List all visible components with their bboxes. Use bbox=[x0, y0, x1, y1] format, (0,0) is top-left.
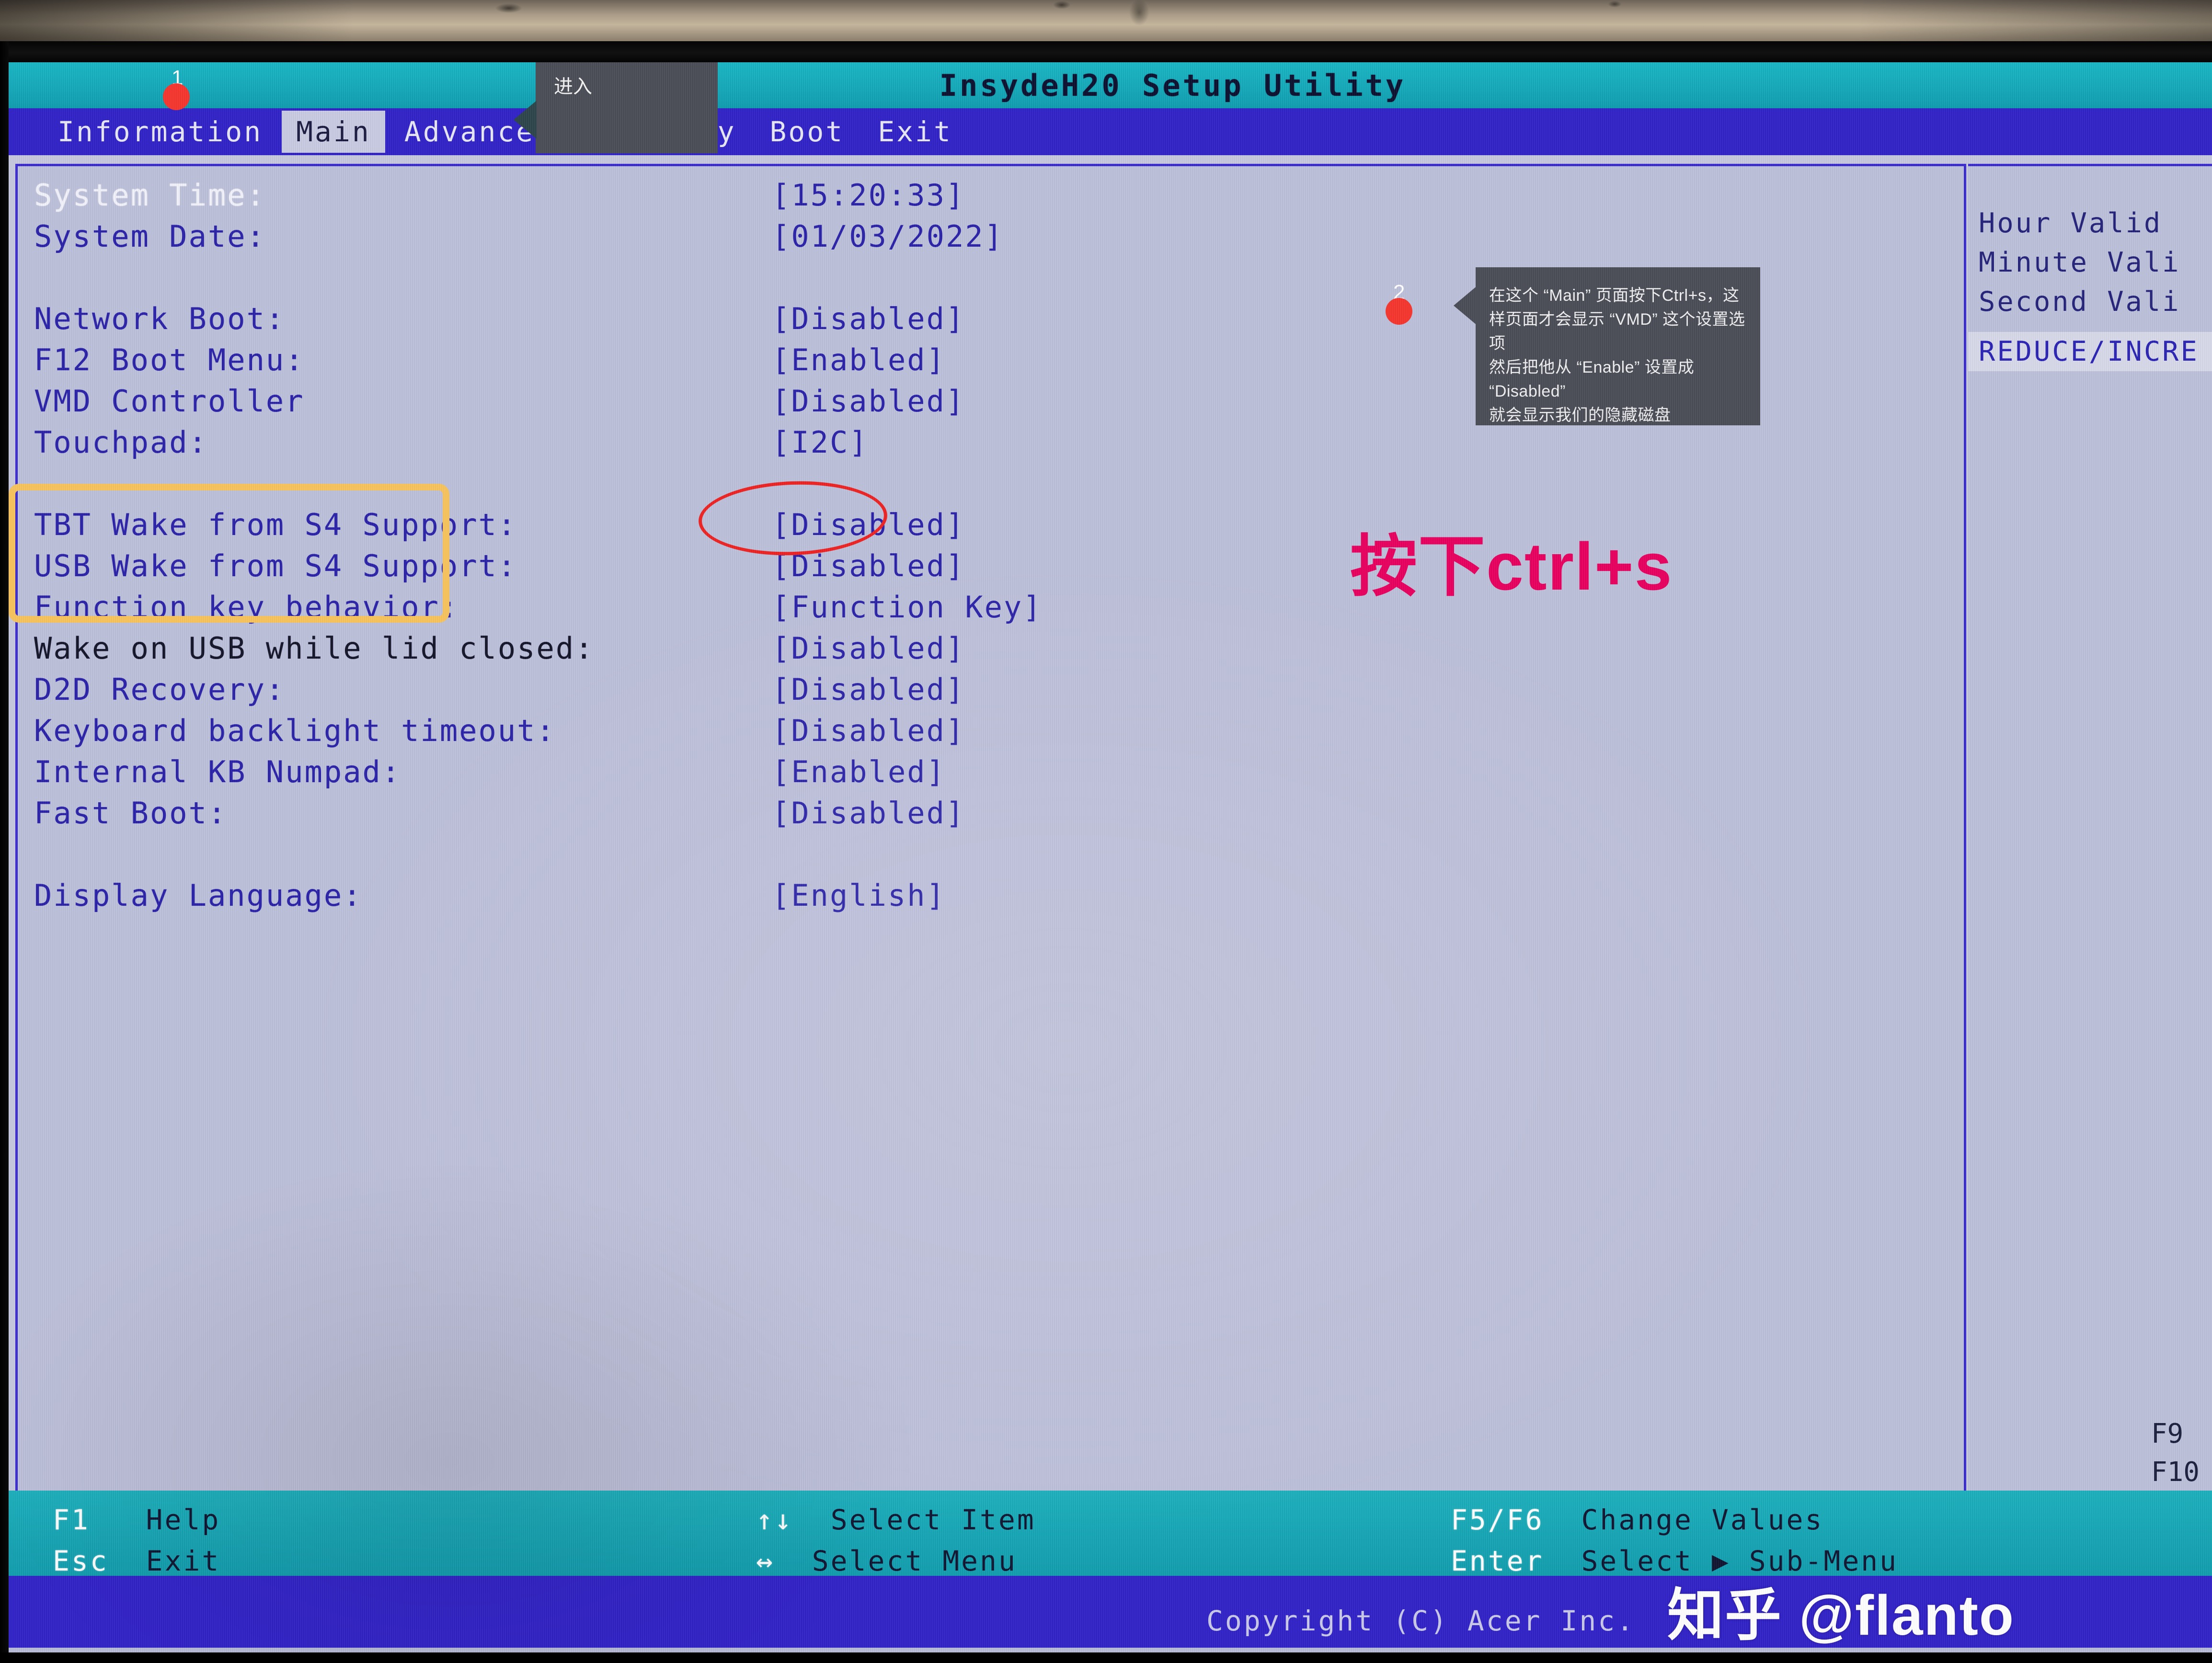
setting-value[interactable]: [Enabled] bbox=[772, 342, 946, 377]
setting-label: Internal KB Numpad: bbox=[34, 754, 401, 789]
setting-row-system-time[interactable]: System Time: [15:20:33] bbox=[34, 178, 1964, 219]
title-bar: InsydeH20 Setup Utility bbox=[9, 62, 2212, 108]
help-line-minute-valid: Minute Vali bbox=[1979, 247, 2181, 278]
tooltip-line-1: 在这个 “Main” 页面按下Ctrl+s，这样页面才会显示 “VMD” 这个设… bbox=[1489, 286, 1745, 353]
screen-bezel-bottom bbox=[0, 1652, 2212, 1663]
key-esc: Esc bbox=[53, 1545, 109, 1577]
help-line-second-valid: Second Vali bbox=[1979, 286, 2181, 318]
arrow-left-right-icon: ↔ bbox=[756, 1545, 775, 1577]
key-f5-f6: F5/F6 bbox=[1451, 1504, 1544, 1536]
setting-value[interactable]: [Disabled] bbox=[772, 796, 965, 831]
footer-row-f5-f6: F5/F6 Change Values bbox=[1451, 1499, 1898, 1540]
page-title: InsydeH20 Setup Utility bbox=[939, 68, 1406, 103]
setting-label: D2D Recovery: bbox=[34, 672, 286, 707]
footer-col-left: F1 Help Esc Exit bbox=[53, 1499, 220, 1582]
footer-row-select-item: ↑↓ Select Item bbox=[756, 1499, 1036, 1540]
tooltip-arrow-icon bbox=[514, 101, 537, 139]
screen-bezel-top bbox=[0, 41, 2212, 62]
setting-value[interactable]: [Disabled] bbox=[772, 713, 965, 748]
select-item-label: Select Item bbox=[830, 1504, 1036, 1536]
select-menu-label: Select Menu bbox=[812, 1545, 1017, 1577]
setting-value[interactable]: [I2C] bbox=[772, 425, 869, 460]
tooltip-vmd-instructions: 在这个 “Main” 页面按下Ctrl+s，这样页面才会显示 “VMD” 这个设… bbox=[1454, 267, 1760, 427]
tab-main[interactable]: Main bbox=[282, 111, 385, 153]
setting-value-vmd[interactable]: [Disabled] bbox=[772, 384, 965, 419]
tooltip-enter-label: 进入 bbox=[554, 76, 592, 97]
setting-label: Wake on USB while lid closed: bbox=[34, 631, 595, 666]
laptop-photo-frame: InsydeH20 Setup Utility Information Main… bbox=[0, 0, 2212, 1663]
setting-label: Display Language: bbox=[34, 878, 363, 913]
key-f10: F10 bbox=[2151, 1457, 2200, 1488]
footer-row-f1: F1 Help bbox=[53, 1499, 220, 1540]
tooltip-line-2: 然后把他从 “Enable” 设置成 “Disabled” bbox=[1489, 358, 1695, 400]
setting-row-function-key-behavior[interactable]: Function key behavior: [Function Key] bbox=[34, 590, 1964, 631]
setting-row-system-date[interactable]: System Date: [01/03/2022] bbox=[34, 219, 1964, 260]
setting-label: Function key behavior: bbox=[34, 590, 459, 625]
setting-value[interactable]: [Disabled] bbox=[772, 672, 965, 707]
footer-help-bar: F1 Help Esc Exit ↑↓ Select Item ↔ Select… bbox=[9, 1418, 2212, 1577]
row-spacer bbox=[34, 466, 1964, 507]
help-line-reduce-increase: REDUCE/INCRE bbox=[1968, 332, 2212, 371]
setting-value[interactable]: [Disabled] bbox=[772, 631, 965, 666]
setting-label: System Time: bbox=[34, 178, 266, 213]
help-panel: Hour Valid Minute Vali Second Vali REDUC… bbox=[1968, 164, 2212, 1572]
footer-col-nav: ↑↓ Select Item ↔ Select Menu bbox=[756, 1499, 1036, 1582]
tab-boot[interactable]: Boot bbox=[756, 111, 859, 153]
menu-bar[interactable]: Information Main Advanced Security Boot … bbox=[9, 108, 2212, 155]
marker-two-dot bbox=[1386, 298, 1412, 325]
setting-value[interactable]: [Disabled] bbox=[772, 301, 965, 336]
setting-value[interactable]: [15:20:33] bbox=[772, 178, 965, 213]
marker-one-dot bbox=[163, 83, 190, 110]
setting-row-d2d-recovery[interactable]: D2D Recovery: [Disabled] bbox=[34, 672, 1964, 713]
desk-surface bbox=[0, 0, 2212, 41]
screen-bezel-left bbox=[0, 41, 9, 1663]
help-panel-lines: Hour Valid Minute Vali Second Vali REDUC… bbox=[1968, 204, 2212, 371]
setting-label: Fast Boot: bbox=[34, 796, 228, 831]
change-values-label: Change Values bbox=[1581, 1504, 1824, 1536]
setting-value[interactable]: [Disabled] bbox=[772, 548, 965, 583]
setting-row-display-language[interactable]: Display Language: [English] bbox=[34, 878, 1964, 919]
setting-value[interactable]: [Function Key] bbox=[772, 590, 1043, 625]
help-line-hour-valid: Hour Valid bbox=[1979, 207, 2163, 239]
key-f1: F1 bbox=[53, 1504, 90, 1536]
setting-row-internal-kb-numpad[interactable]: Internal KB Numpad: [Enabled] bbox=[34, 754, 1964, 796]
setting-label: Network Boot: bbox=[34, 301, 286, 336]
setting-value[interactable]: [01/03/2022] bbox=[772, 219, 1004, 254]
setting-label: Keyboard backlight timeout: bbox=[34, 713, 556, 748]
tooltip-text-block: 在这个 “Main” 页面按下Ctrl+s，这样页面才会显示 “VMD” 这个设… bbox=[1476, 267, 1760, 427]
setting-label: VMD Controller bbox=[34, 384, 305, 419]
key-esc-label: Exit bbox=[146, 1545, 221, 1577]
setting-value[interactable]: [Disabled] bbox=[772, 507, 965, 542]
setting-row-tbt-wake-s4[interactable]: TBT Wake from S4 Support: [Disabled] bbox=[34, 507, 1964, 548]
watermark: 知乎 @flanto bbox=[1667, 1584, 2015, 1647]
footer-col-fkeys: F9 F10 bbox=[2151, 1415, 2200, 1492]
setting-row-usb-wake-s4[interactable]: USB Wake from S4 Support: [Disabled] bbox=[34, 548, 1964, 590]
tab-information[interactable]: Information bbox=[43, 111, 277, 153]
setting-label: System Date: bbox=[34, 219, 266, 254]
setting-label: USB Wake from S4 Support: bbox=[34, 548, 517, 583]
setting-label: TBT Wake from S4 Support: bbox=[34, 507, 517, 542]
setting-value[interactable]: [Enabled] bbox=[772, 754, 946, 789]
setting-row-keyboard-backlight-timeout[interactable]: Keyboard backlight timeout: [Disabled] bbox=[34, 713, 1964, 754]
copyright-text: Copyright (C) Acer Inc. bbox=[1206, 1605, 1636, 1637]
pink-note-annotation: 按下ctrl+s bbox=[1350, 529, 1673, 604]
row-spacer bbox=[34, 837, 1964, 878]
tooltip-line-3: 就会显示我们的隐藏磁盘 bbox=[1489, 406, 1671, 424]
arrow-up-down-icon: ↑↓ bbox=[756, 1504, 793, 1536]
key-enter: Enter bbox=[1451, 1545, 1544, 1577]
setting-value[interactable]: [English] bbox=[772, 878, 946, 913]
tooltip-arrow-icon bbox=[1454, 285, 1478, 326]
setting-row-fast-boot[interactable]: Fast Boot: [Disabled] bbox=[34, 796, 1964, 837]
setting-label: Touchpad: bbox=[34, 425, 208, 460]
key-f9: F9 bbox=[2151, 1418, 2184, 1449]
setting-row-wake-on-usb-lid-closed[interactable]: Wake on USB while lid closed: [Disabled] bbox=[34, 631, 1964, 672]
setting-row-touchpad[interactable]: Touchpad: [I2C] bbox=[34, 425, 1964, 466]
tooltip-enter-bios: 进入 bbox=[514, 62, 718, 153]
tab-exit[interactable]: Exit bbox=[863, 111, 967, 153]
key-f1-label: Help bbox=[146, 1504, 221, 1536]
bios-screen: InsydeH20 Setup Utility Information Main… bbox=[9, 62, 2212, 1652]
setting-label: F12 Boot Menu: bbox=[34, 342, 305, 377]
